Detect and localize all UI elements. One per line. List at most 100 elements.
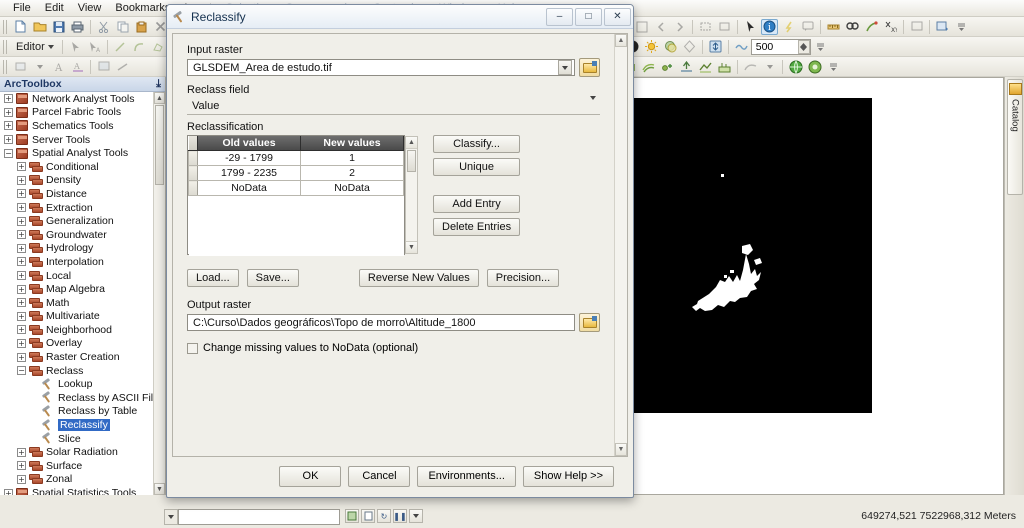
time-slider-icon[interactable] bbox=[908, 19, 925, 35]
reversenewvalues-button[interactable]: Reverse New Values bbox=[358, 269, 479, 287]
go-to-xy-icon[interactable]: XY bbox=[882, 19, 899, 35]
editor-menu-button[interactable]: Editor bbox=[11, 40, 59, 54]
fixed-zoom-icon[interactable] bbox=[633, 19, 650, 35]
tree-item-network-analyst-tools[interactable]: + Network Analyst Tools bbox=[0, 92, 153, 106]
curved-segment-icon[interactable] bbox=[131, 39, 148, 55]
table-row[interactable]: NoData NoData bbox=[188, 180, 404, 196]
globe-icon[interactable] bbox=[787, 59, 804, 75]
column-header[interactable]: Old values bbox=[197, 136, 301, 151]
catalog-tab[interactable]: Catalog bbox=[1007, 79, 1023, 195]
interpolate-icon[interactable] bbox=[678, 59, 695, 75]
cut-icon[interactable] bbox=[95, 19, 112, 35]
tree-item-surface[interactable]: + Surface bbox=[0, 459, 153, 473]
draw-text-icon[interactable]: A bbox=[50, 59, 67, 75]
arctoolbox-scrollbar[interactable]: ▲ ▼ bbox=[153, 92, 165, 495]
font-color-icon[interactable]: A bbox=[69, 59, 86, 75]
tree-item-slice[interactable]: Slice bbox=[0, 432, 153, 446]
output-raster-field[interactable]: C:\Curso\Dados geográficos\Topo de morro… bbox=[187, 314, 575, 331]
expand-icon[interactable]: + bbox=[17, 216, 26, 226]
scroll-down-button[interactable]: ▼ bbox=[406, 241, 417, 253]
next-extent-icon[interactable] bbox=[671, 19, 688, 35]
tree-item-parcel-fabric-tools[interactable]: + Parcel Fabric Tools bbox=[0, 106, 153, 120]
tree-item-local[interactable]: + Local bbox=[0, 269, 153, 283]
arctoolbox-tree[interactable]: + Network Analyst Tools + Parcel Fabric Too… bbox=[0, 92, 153, 495]
editor-toolbar-grip[interactable] bbox=[3, 39, 8, 54]
expand-icon[interactable]: + bbox=[4, 107, 13, 117]
expand-icon[interactable]: + bbox=[17, 352, 26, 362]
unique-button[interactable]: Unique bbox=[433, 158, 521, 176]
scroll-up-button[interactable]: ▲ bbox=[406, 137, 417, 149]
draw-rectangle-icon[interactable] bbox=[12, 59, 29, 75]
copy-icon[interactable] bbox=[114, 19, 131, 35]
tree-item-zonal[interactable]: + Zonal bbox=[0, 473, 153, 487]
ok-button[interactable]: OK bbox=[279, 465, 342, 487]
open-icon[interactable] bbox=[31, 19, 48, 35]
close-button[interactable]: ✕ bbox=[604, 7, 631, 26]
auto-hide-pin-icon[interactable]: ⤓ bbox=[156, 78, 161, 91]
identify-icon[interactable]: i bbox=[761, 18, 778, 35]
data-view-icon[interactable] bbox=[345, 509, 359, 523]
table-cell[interactable]: 1799 - 2235 bbox=[197, 165, 301, 181]
edit-tool-icon[interactable] bbox=[67, 39, 84, 55]
new-document-icon[interactable] bbox=[12, 19, 29, 35]
tree-item-overlay[interactable]: + Overlay bbox=[0, 337, 153, 351]
reclass-table[interactable]: Old values New values -29 - 1799 1 1799 - 2… bbox=[187, 135, 418, 256]
input-raster-browse-button[interactable] bbox=[579, 58, 600, 77]
tree-item-reclass-by-ascii-file[interactable]: Reclass by ASCII File bbox=[0, 391, 153, 405]
expand-icon[interactable]: + bbox=[17, 298, 26, 308]
save-button[interactable]: Save... bbox=[246, 269, 299, 287]
menu-item-view[interactable]: View bbox=[71, 1, 109, 15]
layer-transparency-icon[interactable] bbox=[733, 39, 750, 55]
transparency-icon[interactable] bbox=[662, 39, 679, 55]
add-points-icon[interactable] bbox=[659, 59, 676, 75]
fill-color-icon[interactable] bbox=[95, 59, 112, 75]
chevron-down-icon[interactable] bbox=[590, 96, 596, 112]
output-raster-browse-button[interactable] bbox=[579, 313, 600, 332]
expand-icon[interactable]: + bbox=[17, 203, 26, 213]
print-icon[interactable] bbox=[69, 19, 86, 35]
tree-item-server-tools[interactable]: + Server Tools bbox=[0, 133, 153, 147]
table-cell[interactable]: 2 bbox=[300, 165, 404, 181]
line-color-icon[interactable] bbox=[114, 59, 131, 75]
paste-icon[interactable] bbox=[133, 19, 150, 35]
dialog-title-bar[interactable]: Reclassify – □ ✕ bbox=[167, 5, 633, 29]
table-row[interactable]: -29 - 1799 1 bbox=[188, 150, 404, 166]
tree-item-map-algebra[interactable]: + Map Algebra bbox=[0, 282, 153, 296]
expand-icon[interactable]: + bbox=[17, 461, 26, 471]
tree-item-lookup[interactable]: Lookup bbox=[0, 377, 153, 391]
expand-icon[interactable]: + bbox=[17, 338, 26, 348]
toolbar-overflow-icon[interactable] bbox=[812, 39, 829, 55]
tree-item-conditional[interactable]: + Conditional bbox=[0, 160, 153, 174]
load-button[interactable]: Load... bbox=[187, 269, 239, 287]
expand-icon[interactable]: + bbox=[17, 257, 26, 267]
row-selector-cell[interactable] bbox=[188, 165, 198, 181]
scale-dropdown-icon[interactable] bbox=[409, 509, 423, 523]
tree-item-spatial-analyst-tools[interactable]: − Spatial Analyst Tools bbox=[0, 146, 153, 160]
expand-icon[interactable]: + bbox=[17, 474, 26, 484]
surface-analysis-icon[interactable] bbox=[697, 59, 714, 75]
straight-segment-icon[interactable] bbox=[112, 39, 129, 55]
tree-item-math[interactable]: + Math bbox=[0, 296, 153, 310]
expand-icon[interactable]: + bbox=[17, 311, 26, 321]
html-popup-icon[interactable] bbox=[799, 19, 816, 35]
draw-toolbar-grip[interactable] bbox=[3, 59, 8, 74]
toolbar-overflow-icon[interactable] bbox=[825, 59, 842, 75]
hyperlink-icon[interactable] bbox=[780, 19, 797, 35]
expand-icon[interactable]: + bbox=[17, 175, 26, 185]
trace-icon[interactable] bbox=[150, 39, 167, 55]
input-raster-combo[interactable]: GLSDEM_Area de estudo.tif bbox=[187, 59, 575, 76]
previous-extent-icon[interactable] bbox=[652, 19, 669, 35]
refresh-icon[interactable]: ↻ bbox=[377, 509, 391, 523]
precision-button[interactable]: Precision... bbox=[486, 269, 560, 287]
table-cell[interactable]: 1 bbox=[300, 150, 404, 166]
expand-icon[interactable]: + bbox=[17, 325, 26, 335]
tree-item-density[interactable]: + Density bbox=[0, 174, 153, 188]
chevron-down-icon[interactable] bbox=[558, 60, 572, 75]
expand-icon[interactable]: + bbox=[17, 271, 26, 281]
arcglobe-icon[interactable] bbox=[806, 59, 823, 75]
scroll-up-button[interactable]: ▲ bbox=[154, 92, 165, 104]
raster-dropdown-icon[interactable] bbox=[761, 59, 778, 75]
expand-icon[interactable]: + bbox=[4, 94, 13, 104]
scroll-up-button[interactable]: ▲ bbox=[615, 34, 627, 47]
effects-value-spinner[interactable]: 500 bbox=[750, 38, 811, 55]
